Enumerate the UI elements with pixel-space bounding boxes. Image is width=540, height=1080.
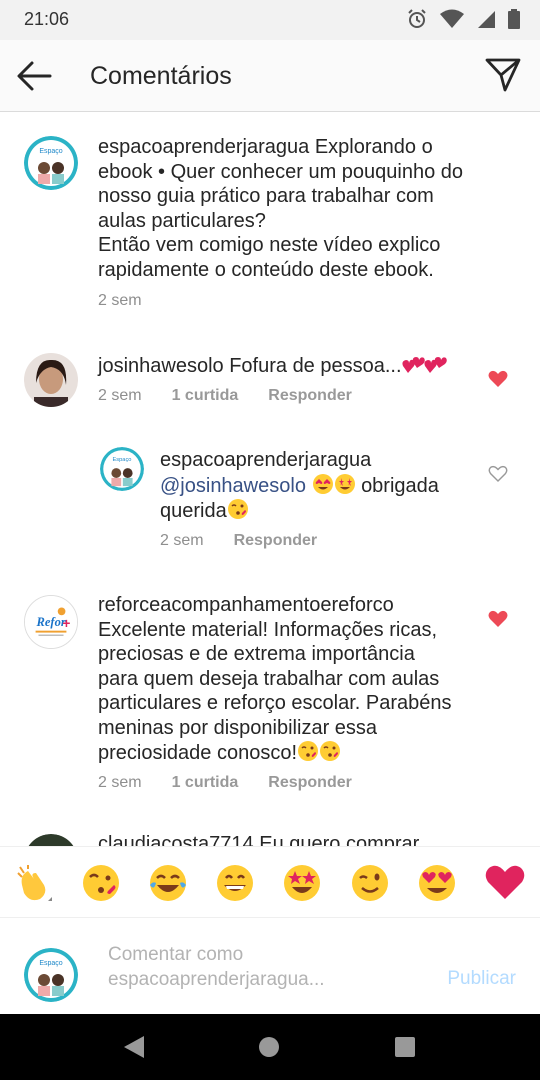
comment-text: reforceacompanhamentoereforco Excelente … bbox=[98, 594, 452, 764]
back-triangle-icon bbox=[124, 1036, 144, 1058]
kissing-heart-icon bbox=[227, 498, 249, 520]
comment-text: josinhawesolo Fofura de pessoa... bbox=[98, 353, 478, 379]
reply-button[interactable]: Responder bbox=[234, 532, 318, 550]
comment-meta: 2 sem 1 curtida Responder bbox=[98, 774, 382, 792]
signal-icon bbox=[476, 9, 496, 29]
winking-icon bbox=[352, 865, 388, 901]
nav-back-button[interactable] bbox=[122, 1034, 146, 1065]
grinning-icon bbox=[217, 865, 253, 901]
avatar[interactable] bbox=[24, 834, 78, 846]
svg-text:Refor: Refor bbox=[36, 615, 66, 629]
arrow-left-icon bbox=[17, 61, 52, 91]
avatar[interactable] bbox=[24, 353, 78, 407]
reply-button[interactable]: Responder bbox=[268, 387, 352, 405]
heart-eyes-icon bbox=[312, 473, 334, 495]
red-heart-icon bbox=[485, 865, 525, 899]
heart-filled-icon bbox=[488, 610, 508, 627]
emoji-grinning-button[interactable] bbox=[215, 863, 255, 903]
status-time: 21:06 bbox=[24, 9, 70, 29]
emoji-red-heart-button[interactable] bbox=[484, 863, 525, 903]
kissing-heart-icon bbox=[83, 865, 119, 901]
share-button[interactable] bbox=[484, 56, 522, 94]
kissing-heart-icon bbox=[319, 740, 341, 762]
nav-recents-button[interactable] bbox=[394, 1036, 416, 1063]
star-struck-icon bbox=[284, 865, 320, 901]
like-button[interactable] bbox=[488, 370, 508, 388]
heart-eyes-icon bbox=[419, 865, 455, 901]
two-hearts-icon bbox=[401, 353, 425, 375]
comment-time: 2 sem bbox=[98, 387, 142, 404]
comment-username[interactable]: josinhawesolo bbox=[98, 355, 224, 377]
likes-count[interactable]: 1 curtida bbox=[172, 774, 239, 792]
emoji-heart-eyes-button[interactable] bbox=[417, 863, 457, 903]
two-hearts-icon bbox=[423, 353, 447, 375]
wifi-icon bbox=[440, 9, 464, 29]
heart-outline-icon bbox=[488, 465, 508, 482]
comment-composer: Espaço Comentar como espacoaprenderjarag… bbox=[0, 918, 540, 1014]
system-nav-bar bbox=[0, 1014, 540, 1080]
comment-username[interactable]: espacoaprenderjaragua bbox=[160, 449, 371, 471]
avatar: Espaço bbox=[24, 948, 78, 1002]
emoji-clapping-hands-button[interactable] bbox=[14, 863, 54, 903]
reply-button[interactable]: Responder bbox=[268, 774, 352, 792]
emoji-star-struck-button[interactable] bbox=[282, 863, 322, 903]
comment-time: 2 sem bbox=[98, 774, 142, 791]
comment-meta: 2 sem 1 curtida Responder bbox=[98, 387, 382, 405]
caption-meta: 2 sem bbox=[98, 292, 172, 310]
reply-meta: 2 sem Responder bbox=[160, 532, 347, 550]
like-button[interactable] bbox=[488, 610, 508, 628]
comment-username[interactable]: claudiacosta7714 bbox=[98, 833, 254, 846]
kissing-heart-icon bbox=[297, 740, 319, 762]
svg-text:Espaço: Espaço bbox=[39, 960, 62, 967]
back-button[interactable] bbox=[14, 58, 54, 94]
avatar[interactable]: Refor + bbox=[24, 595, 78, 649]
home-circle-icon bbox=[259, 1037, 279, 1057]
status-icons bbox=[406, 8, 520, 30]
emoji-quick-reactions bbox=[0, 846, 540, 918]
comment-time: 2 sem bbox=[160, 532, 204, 549]
clapping-hands-icon bbox=[17, 865, 52, 901]
comment-time: 2 sem bbox=[98, 292, 142, 309]
battery-icon bbox=[508, 9, 520, 29]
caption-username[interactable]: espacoaprenderjaragua bbox=[98, 136, 309, 158]
avatar[interactable]: Espaço bbox=[100, 447, 144, 491]
like-button[interactable] bbox=[488, 465, 508, 483]
svg-text:Espaço: Espaço bbox=[113, 457, 132, 463]
emoji-winking-button[interactable] bbox=[350, 863, 390, 903]
heart-filled-icon bbox=[488, 370, 508, 387]
emoji-kissing-heart-button[interactable] bbox=[81, 863, 121, 903]
caption-text: espacoaprenderjaragua Explorando o ebook… bbox=[98, 136, 464, 281]
star-struck-icon bbox=[334, 473, 356, 495]
comment-input[interactable]: Comentar como espacoaprenderjaragua... bbox=[108, 942, 428, 992]
comment-text: claudiacosta7714 Eu quero comprar bbox=[98, 832, 518, 846]
recents-square-icon bbox=[395, 1037, 415, 1057]
reply-text: espacoaprenderjaragua @josinhawesolo obr… bbox=[160, 449, 439, 522]
avatar[interactable]: Espaço bbox=[24, 136, 78, 190]
status-bar: 21:06 bbox=[0, 0, 540, 40]
nav-home-button[interactable] bbox=[258, 1036, 280, 1063]
emoji-tears-of-joy-button[interactable] bbox=[148, 863, 188, 903]
tears-of-joy-icon bbox=[150, 865, 186, 901]
comments-list: Espaço espacoaprenderjaragua Explorando … bbox=[0, 113, 540, 846]
paper-plane-icon bbox=[485, 58, 521, 92]
publish-button[interactable]: Publicar bbox=[447, 968, 516, 990]
comment-username[interactable]: reforceacompanhamentoereforco bbox=[98, 594, 394, 616]
alarm-icon bbox=[406, 8, 428, 30]
svg-text:+: + bbox=[63, 616, 71, 631]
likes-count[interactable]: 1 curtida bbox=[172, 387, 239, 405]
svg-text:Espaço: Espaço bbox=[39, 148, 62, 155]
mention-link[interactable]: @josinhawesolo bbox=[160, 475, 306, 497]
page-title: Comentários bbox=[90, 62, 232, 90]
header: Comentários bbox=[0, 40, 540, 112]
